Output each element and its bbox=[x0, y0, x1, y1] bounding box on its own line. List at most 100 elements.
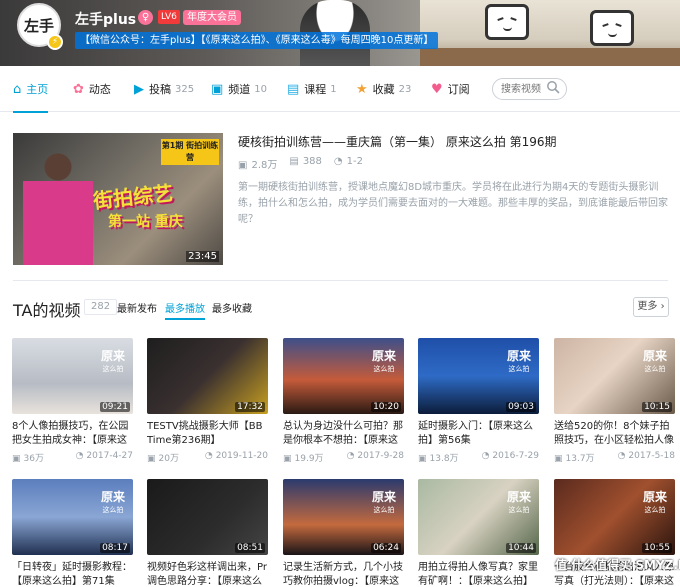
tab-channel[interactable]: ▣ 频道 10 bbox=[211, 66, 267, 112]
thumbnail-person bbox=[23, 153, 93, 265]
play-count: ▣ 20万 bbox=[147, 454, 179, 464]
featured-video-title[interactable]: 硬核街拍训练营——重庆篇（第一集） 原来这么拍 第196期 bbox=[238, 133, 557, 150]
video-title[interactable]: 视频好色彩这样调出来，Pr调色思路分享：【原来这么拍 bbox=[147, 561, 268, 587]
tab-upload[interactable]: ▶ 投稿 325 bbox=[134, 66, 194, 112]
home-icon: ⌂ bbox=[13, 81, 22, 97]
play-count: ▣ 13.7万 bbox=[554, 454, 595, 464]
video-card[interactable]: 原来 这么拍 09:03 延时摄影入门：【原来这么拍】第56集 ▣ 13.8万 ◔ 2016-… bbox=[418, 338, 539, 464]
tab-subscriptions[interactable]: ♥ 订阅 bbox=[431, 66, 470, 112]
video-card[interactable]: 原来这么拍 09:21 8个人像拍摄技巧，在公园把女生拍成女神：【原来这么 ▣36万 ◔… bbox=[12, 338, 133, 464]
play-icon: ▣ bbox=[283, 454, 292, 464]
video-duration: 08:17 bbox=[100, 543, 130, 553]
sort-latest[interactable]: 最新发布 bbox=[117, 300, 157, 315]
video-card[interactable]: 原来 这么拍 08:17 「日转夜」延时摄影教程：【原来这么拍】第71集 bbox=[12, 479, 133, 587]
video-thumbnail[interactable]: 08:51 bbox=[147, 479, 268, 555]
video-thumbnail[interactable]: 原来 这么拍 10:55 bbox=[554, 479, 675, 555]
video-thumbnail[interactable]: 原来 这么拍 06:24 bbox=[283, 479, 404, 555]
video-title[interactable]: 「日转夜」延时摄影教程：【原来这么拍】第71集 bbox=[12, 561, 133, 587]
activity-icon: ✿ bbox=[73, 81, 84, 97]
clock-icon: ◔ bbox=[617, 451, 626, 461]
danmaku-icon: ▤ bbox=[289, 156, 299, 167]
video-thumbnail[interactable]: 原来 这么拍 09:21 bbox=[12, 338, 133, 414]
tab-count: 23 bbox=[398, 83, 412, 95]
video-thumbnail[interactable]: 原来 这么拍 10:20 bbox=[283, 338, 404, 414]
username: 左手plus bbox=[75, 12, 137, 28]
play-count: ▣ 36万 bbox=[12, 454, 44, 464]
show-logo: 原来 这么拍 bbox=[371, 490, 396, 515]
video-title[interactable]: 用拍立得拍人像写真？家里有矿啊！：【原来这么拍】144 bbox=[418, 561, 539, 587]
tab-favorites[interactable]: ★ 收藏 23 bbox=[356, 66, 411, 112]
tab-label: 频道 bbox=[228, 83, 251, 96]
tab-home[interactable]: ⌂ 主页 bbox=[13, 66, 49, 113]
clock-icon: ◔ bbox=[346, 451, 355, 461]
video-title[interactable]: 记录生活新方式，几个小技巧教你拍摄vlog：【原来这么 bbox=[283, 561, 404, 587]
show-logo: 原来 这么拍 bbox=[100, 490, 125, 515]
video-duration: 06:24 bbox=[371, 543, 401, 553]
video-duration: 09:03 bbox=[506, 402, 536, 412]
video-thumbnail[interactable]: 原来 这么拍 10:15 bbox=[554, 338, 675, 414]
bilibili-tv-icon bbox=[590, 10, 634, 46]
tab-course[interactable]: ▤ 课程 1 bbox=[287, 66, 337, 112]
video-card[interactable]: 原来这么拍 10:44 用拍立得拍人像写真？家里有矿啊！：【原来这么拍】144 bbox=[418, 479, 539, 587]
tab-count: 325 bbox=[175, 83, 195, 95]
vip-badge[interactable]: 年度大会员 bbox=[183, 10, 241, 25]
video-card[interactable]: 原来这么拍 06:24 记录生活新方式，几个小技巧教你拍摄vlog：【原来这么 bbox=[283, 479, 404, 587]
search-icon[interactable] bbox=[546, 80, 560, 94]
play-icon: ▣ bbox=[147, 454, 156, 464]
sort-most-played[interactable]: 最多播放 bbox=[165, 300, 205, 320]
user-signature: 【微信公众号：左手plus】【《原来这么拍》、《原来这么毒》每周四晚10点更新】 bbox=[75, 32, 439, 49]
thumbnail-subheadline: 第一站 重庆 bbox=[108, 214, 183, 230]
tab-label: 收藏 bbox=[372, 83, 395, 96]
video-card[interactable]: 17:32 TESTV挑战摄影大师【BB Time第236期】 ▣ 20万 ◔ 2019-… bbox=[147, 338, 268, 464]
video-title[interactable]: 延时摄影入门：【原来这么拍】第56集 bbox=[418, 420, 539, 448]
video-meta: ▣ 36万 ◔ 2017-4-27 bbox=[12, 451, 133, 464]
video-card[interactable]: 原来这么拍 10:20 总认为身边没什么可拍？那是你根本不想拍：【原来这么 ▣19.9… bbox=[283, 338, 404, 464]
video-duration: 10:55 bbox=[642, 543, 672, 553]
featured-video-thumbnail[interactable]: 第1期 街拍训练营 街拍综艺 第一站 重庆 23:45 bbox=[13, 133, 223, 265]
channel-icon: ▣ bbox=[211, 81, 224, 97]
more-button[interactable]: 更多 › bbox=[633, 297, 669, 317]
video-count-badge: 282 bbox=[84, 299, 118, 315]
video-thumbnail[interactable]: 原来 这么拍 09:03 bbox=[418, 338, 539, 414]
play-count: ▣ 13.8万 bbox=[418, 454, 459, 464]
parts-count: ◔ 1-2 bbox=[333, 156, 363, 167]
video-title[interactable]: 8个人像拍摄技巧，在公园把女生拍成女神：【原来这么 bbox=[12, 420, 133, 448]
upload-date: ◔ 2017-5-18 bbox=[617, 451, 675, 461]
tab-label: 课程 bbox=[304, 83, 327, 96]
watermark: 值 什么值得买 SMYZ.NET bbox=[555, 558, 680, 572]
level-badge: LV6 bbox=[158, 10, 180, 24]
tab-activity[interactable]: ✿ 动态 bbox=[73, 66, 111, 112]
video-meta: ▣ 20万 ◔ 2019-11-20 bbox=[147, 451, 268, 464]
video-thumbnail[interactable]: 原来 这么拍 10:44 bbox=[418, 479, 539, 555]
video-duration: 23:45 bbox=[186, 251, 219, 262]
featured-video-description: 第一期硬核街拍训练营，授课地点魔幻8D城市重庆。学员将在此进行为期4天的专题街头… bbox=[238, 182, 668, 225]
tab-count: 10 bbox=[254, 83, 268, 95]
show-logo: 原来 这么拍 bbox=[506, 490, 531, 515]
divider bbox=[13, 280, 668, 281]
video-card[interactable]: 08:51 视频好色彩这样调出来，Pr调色思路分享：【原来这么拍 bbox=[147, 479, 268, 587]
video-duration: 10:15 bbox=[642, 402, 672, 412]
play-icon: ▣ bbox=[238, 160, 248, 171]
tab-label: 投稿 bbox=[149, 83, 171, 96]
tab-count: 1 bbox=[330, 83, 337, 95]
play-count: ▣ 2.8万 bbox=[238, 160, 278, 171]
video-title[interactable]: TESTV挑战摄影大师【BB Time第236期】 bbox=[147, 420, 268, 448]
clock-icon: ◔ bbox=[75, 451, 84, 461]
video-meta: ▣ 13.8万 ◔ 2016-7-29 bbox=[418, 451, 539, 464]
video-card[interactable]: 原来这么拍 10:15 送给520的你！8个妹子拍照技巧，在小区轻松拍人像大 ▣13.… bbox=[554, 338, 675, 464]
video-title[interactable]: 总认为身边没什么可拍？那是你根本不想拍：【原来这么 bbox=[283, 420, 404, 448]
video-title[interactable]: 送给520的你！8个妹子拍照技巧，在小区轻松拍人像大 bbox=[554, 420, 675, 448]
verified-badge-icon: ⚡ bbox=[47, 34, 63, 50]
sort-most-favorited[interactable]: 最多收藏 bbox=[212, 300, 252, 315]
video-thumbnail[interactable]: 17:32 bbox=[147, 338, 268, 414]
play-icon: ▣ bbox=[554, 454, 563, 464]
video-duration: 17:32 bbox=[235, 402, 265, 412]
featured-video-stats: ▣ 2.8万 ▤ 388 ◔ 1-2 bbox=[238, 156, 363, 171]
tab-label: 订阅 bbox=[447, 83, 470, 96]
video-duration: 10:20 bbox=[371, 402, 401, 412]
upload-date: ◔ 2017-4-27 bbox=[75, 451, 133, 461]
play-icon: ▣ bbox=[12, 454, 21, 464]
section-title: TA的视频 bbox=[13, 301, 81, 320]
danmaku-count: ▤ 388 bbox=[289, 156, 322, 167]
video-thumbnail[interactable]: 原来 这么拍 08:17 bbox=[12, 479, 133, 555]
